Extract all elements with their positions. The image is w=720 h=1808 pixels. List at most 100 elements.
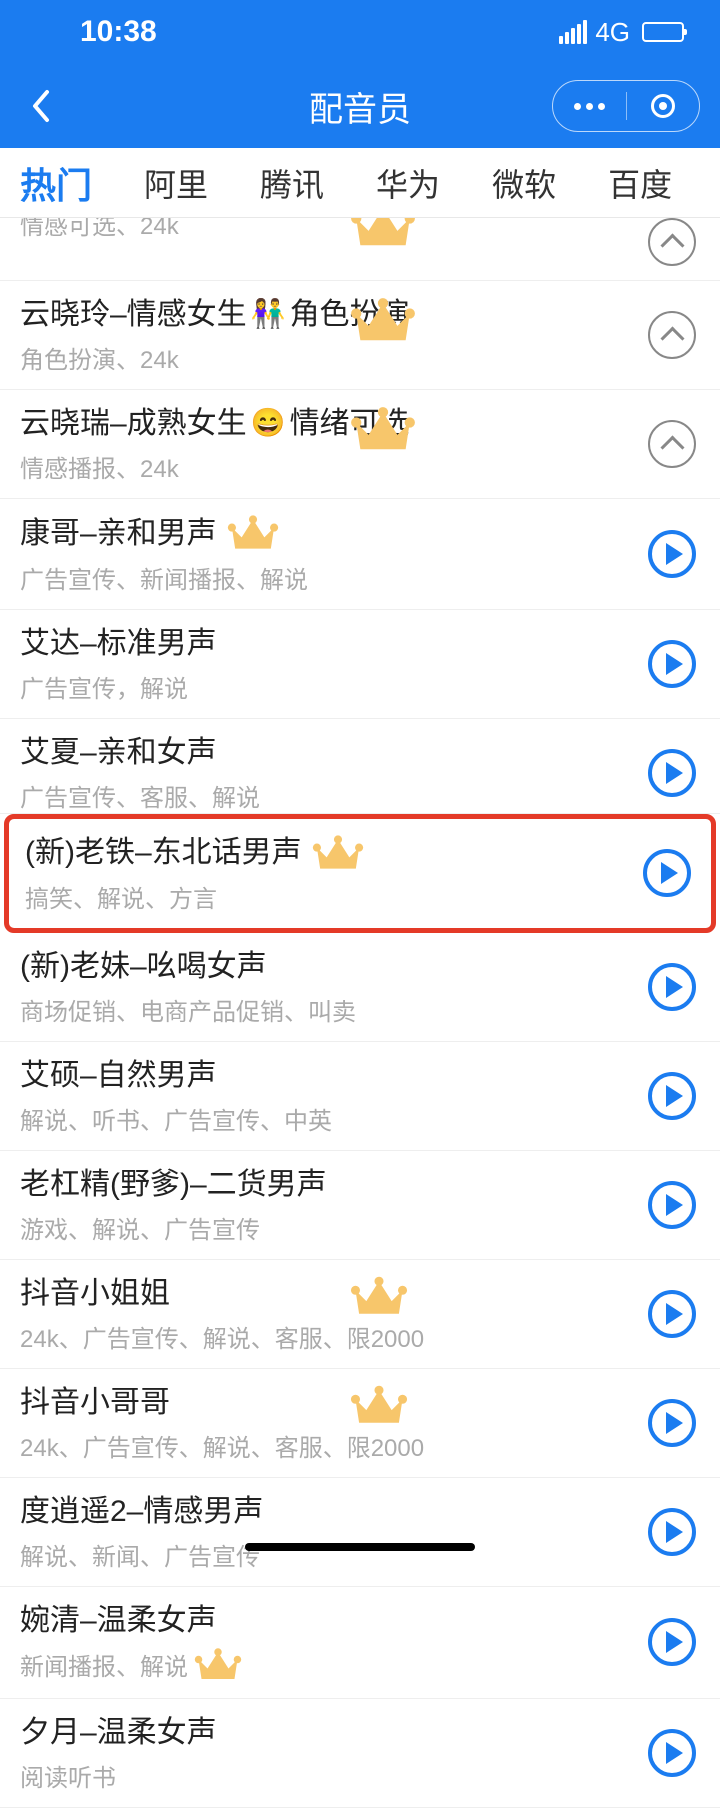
item-title: 夕月–温柔女声: [20, 1713, 632, 1752]
item-title: 艾硕–自然男声: [20, 1056, 632, 1095]
play-button[interactable]: [648, 1181, 696, 1229]
item-text: (新)老铁–东北话男声 搞笑、解说、方言: [25, 833, 627, 915]
list-item[interactable]: 老杠精(野爹)–二货男声游戏、解说、广告宣传: [0, 1151, 720, 1260]
play-button[interactable]: [648, 1072, 696, 1120]
item-subtitle: 阅读听书: [20, 1758, 632, 1793]
item-text: 度逍遥2–情感男声解说、新闻、广告宣传: [20, 1492, 632, 1572]
back-button[interactable]: [20, 86, 60, 126]
item-text: 艾硕–自然男声解说、听书、广告宣传、中英: [20, 1056, 632, 1136]
item-text: 云晓玲–情感女生👫角色扮演角色扮演、24k: [20, 295, 632, 375]
item-title: 艾夏–亲和女声: [20, 733, 632, 772]
item-title: 老杠精(野爹)–二货男声: [20, 1165, 632, 1204]
item-text: 云晓瑞–成熟女生😄情绪可选情感播报、24k: [20, 404, 632, 484]
item-subtitle: 广告宣传、新闻播报、解说: [20, 560, 632, 595]
status-indicators: 4G: [559, 17, 684, 48]
tab-huawei[interactable]: 华为: [376, 160, 440, 206]
crown-icon: [350, 404, 416, 455]
item-title: 度逍遥2–情感男声: [20, 1492, 632, 1531]
item-title: 云晓瑞–成熟女生😄情绪可选: [20, 404, 632, 443]
crown-icon: [350, 218, 416, 251]
tab-hot[interactable]: 热门: [20, 157, 92, 209]
item-title: (新)老铁–东北话男声: [25, 833, 627, 874]
play-button[interactable]: [648, 1290, 696, 1338]
item-subtitle: 新闻播报、解说: [20, 1646, 632, 1683]
list-item[interactable]: 抖音小哥哥 24k、广告宣传、解说、客服、限2000: [0, 1369, 720, 1478]
more-button[interactable]: [553, 103, 626, 110]
list-item[interactable]: 度逍遥2–情感男声解说、新闻、广告宣传: [0, 1478, 720, 1587]
item-title: 云晓玲–情感女生👫角色扮演: [20, 295, 632, 334]
tabs: 热门 阿里 腾讯 华为 微软 百度: [0, 148, 720, 218]
crown-icon: [350, 1274, 408, 1319]
tab-microsoft[interactable]: 微软: [492, 160, 556, 206]
battery-icon: [642, 22, 684, 42]
list-item[interactable]: 情感可选、24k: [0, 218, 720, 281]
list-item[interactable]: 云晓玲–情感女生👫角色扮演角色扮演、24k: [0, 281, 720, 390]
home-indicator[interactable]: [245, 1543, 475, 1551]
list-item[interactable]: (新)老铁–东北话男声 搞笑、解说、方言: [4, 814, 716, 934]
voice-list[interactable]: 情感可选、24k 云晓玲–情感女生👫角色扮演角色扮演、24k 云晓瑞–成熟女生😄…: [0, 218, 720, 1808]
list-item[interactable]: 婉清–温柔女声新闻播报、解说: [0, 1587, 720, 1698]
play-button[interactable]: [648, 1729, 696, 1777]
tab-ali[interactable]: 阿里: [144, 160, 208, 206]
item-subtitle: 解说、听书、广告宣传、中英: [20, 1101, 632, 1136]
item-text: 抖音小哥哥 24k、广告宣传、解说、客服、限2000: [20, 1383, 632, 1463]
status-time: 10:38: [80, 15, 157, 49]
play-button[interactable]: [643, 849, 691, 897]
crown-icon: [194, 1646, 242, 1683]
crown-icon: [227, 513, 279, 554]
crown-icon: [350, 295, 416, 346]
play-button[interactable]: [648, 640, 696, 688]
tab-baidu[interactable]: 百度: [608, 160, 672, 206]
item-title: 艾达–标准男声: [20, 624, 632, 663]
list-item[interactable]: 康哥–亲和男声 广告宣传、新闻播报、解说: [0, 499, 720, 610]
item-title: 抖音小姐姐: [20, 1274, 632, 1313]
list-item[interactable]: 夕月–温柔女声阅读听书: [0, 1699, 720, 1808]
network-label: 4G: [595, 17, 630, 48]
play-button[interactable]: [648, 1399, 696, 1447]
item-subtitle: 广告宣传、客服、解说: [20, 778, 632, 813]
list-item[interactable]: (新)老妹–吆喝女声商场促销、电商产品促销、叫卖: [0, 933, 720, 1042]
item-title: (新)老妹–吆喝女声: [20, 947, 632, 986]
item-subtitle: 情感可选、24k: [20, 218, 632, 241]
item-subtitle: 24k、广告宣传、解说、客服、限2000: [20, 1428, 632, 1463]
item-text: 抖音小姐姐 24k、广告宣传、解说、客服、限2000: [20, 1274, 632, 1354]
item-subtitle: 24k、广告宣传、解说、客服、限2000: [20, 1319, 632, 1354]
item-text: 艾达–标准男声广告宣传，解说: [20, 624, 632, 704]
item-title: 抖音小哥哥: [20, 1383, 632, 1422]
miniprogram-capsule: [552, 80, 700, 132]
collapse-button[interactable]: [648, 218, 696, 266]
collapse-button[interactable]: [648, 311, 696, 359]
tab-tencent[interactable]: 腾讯: [260, 160, 324, 206]
item-text: 艾夏–亲和女声广告宣传、客服、解说: [20, 733, 632, 813]
item-subtitle: 角色扮演、24k: [20, 340, 632, 375]
status-bar: 10:38 4G: [0, 0, 720, 64]
item-subtitle: 广告宣传，解说: [20, 669, 632, 704]
item-title: 康哥–亲和男声: [20, 513, 632, 554]
item-text: 婉清–温柔女声新闻播报、解说: [20, 1601, 632, 1683]
list-item[interactable]: 艾夏–亲和女声广告宣传、客服、解说: [0, 719, 720, 814]
play-button[interactable]: [648, 963, 696, 1011]
list-item[interactable]: 艾达–标准男声广告宣传，解说: [0, 610, 720, 719]
list-item[interactable]: 云晓瑞–成熟女生😄情绪可选情感播报、24k: [0, 390, 720, 499]
page-title: 配音员: [309, 82, 411, 131]
item-subtitle: 搞笑、解说、方言: [25, 879, 627, 914]
crown-icon: [312, 833, 364, 874]
item-subtitle: 情感播报、24k: [20, 449, 632, 484]
item-text: 康哥–亲和男声 广告宣传、新闻播报、解说: [20, 513, 632, 595]
item-text: 老杠精(野爹)–二货男声游戏、解说、广告宣传: [20, 1165, 632, 1245]
item-subtitle: 游戏、解说、广告宣传: [20, 1210, 632, 1245]
nav-bar: 配音员: [0, 64, 720, 148]
item-text: (新)老妹–吆喝女声商场促销、电商产品促销、叫卖: [20, 947, 632, 1027]
close-miniprogram-button[interactable]: [627, 94, 700, 118]
item-text: 情感可选、24k: [20, 218, 632, 241]
list-item[interactable]: 抖音小姐姐 24k、广告宣传、解说、客服、限2000: [0, 1260, 720, 1369]
item-subtitle: 商场促销、电商产品促销、叫卖: [20, 992, 632, 1027]
list-item[interactable]: 艾硕–自然男声解说、听书、广告宣传、中英: [0, 1042, 720, 1151]
crown-icon: [350, 1383, 408, 1428]
item-text: 夕月–温柔女声阅读听书: [20, 1713, 632, 1793]
play-button[interactable]: [648, 1618, 696, 1666]
play-button[interactable]: [648, 530, 696, 578]
play-button[interactable]: [648, 749, 696, 797]
collapse-button[interactable]: [648, 420, 696, 468]
play-button[interactable]: [648, 1508, 696, 1556]
